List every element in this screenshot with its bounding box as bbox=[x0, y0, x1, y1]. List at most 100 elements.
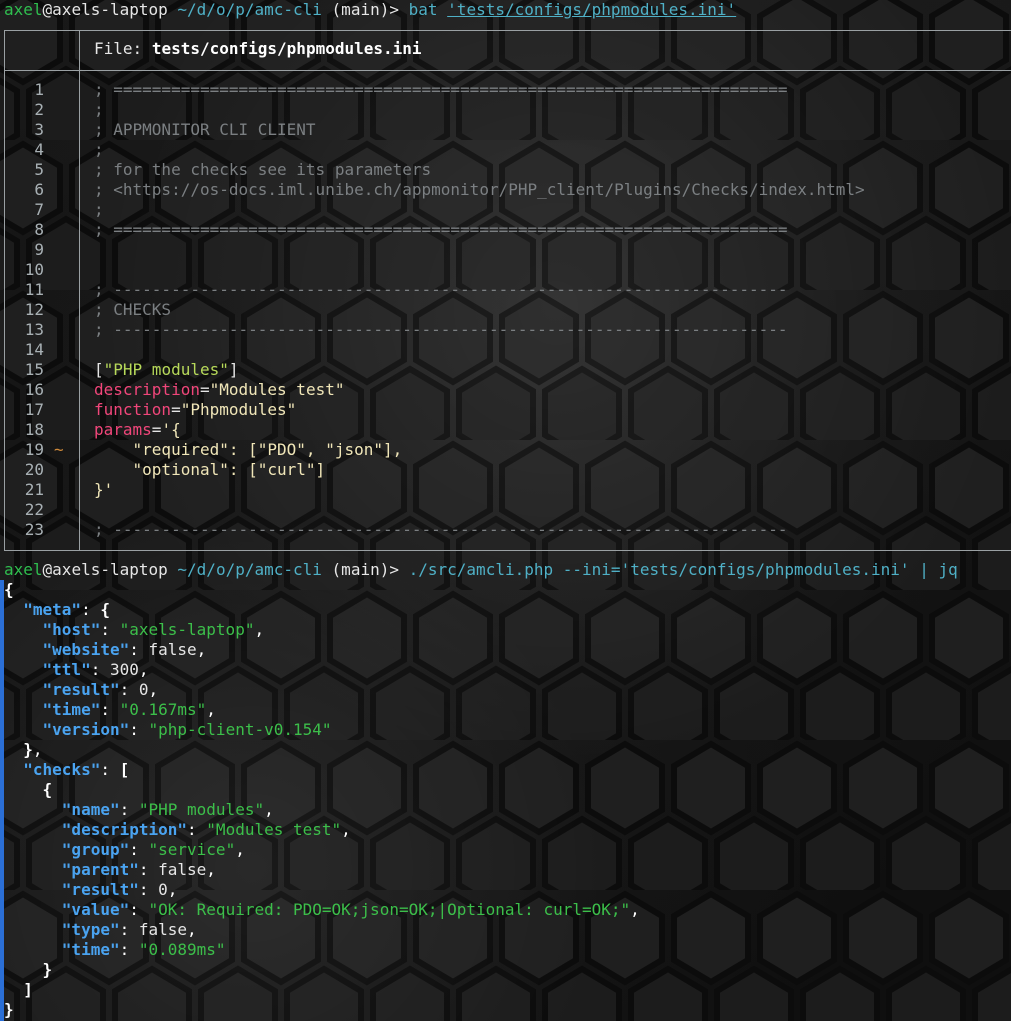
json-line: "checks": [ bbox=[23, 760, 130, 779]
ini-key: function bbox=[94, 400, 172, 419]
json-line: "group": "service", bbox=[61, 840, 245, 859]
json-line: "name": "PHP modules", bbox=[61, 800, 274, 819]
code-line: ; ======================================… bbox=[94, 80, 788, 99]
line-number: 23 bbox=[24, 520, 44, 539]
json-key: "type" bbox=[61, 920, 120, 939]
prompt-host: axels-laptop bbox=[52, 560, 168, 579]
json-line: }, bbox=[23, 740, 43, 759]
command-option: --ini='tests/configs/phpmodules.ini' bbox=[562, 560, 910, 579]
code-line-section: ["PHP modules"] bbox=[94, 360, 239, 380]
line-number: 5 bbox=[34, 160, 44, 179]
line-number: 17 bbox=[24, 400, 44, 419]
pipe-symbol: | bbox=[919, 560, 929, 579]
json-key: "result" bbox=[42, 680, 120, 699]
command-name: bat bbox=[408, 0, 438, 19]
command-argument: 'tests/configs/phpmodules.ini' bbox=[447, 0, 737, 19]
json-line: { bbox=[42, 780, 53, 799]
json-line: "meta": { bbox=[23, 600, 110, 619]
json-key: "checks" bbox=[23, 760, 101, 779]
bat-file-header: File: tests/configs/phpmodules.ini bbox=[94, 39, 422, 59]
line-number: 19 bbox=[24, 440, 44, 459]
prompt-user: axel bbox=[4, 0, 43, 19]
json-key: "ttl" bbox=[42, 660, 91, 679]
bat-gutter-divider bbox=[79, 30, 80, 550]
json-line: "value": "OK: Required: PDO=OK;json=OK;|… bbox=[61, 900, 640, 919]
line-number: 15 bbox=[24, 360, 44, 379]
code-line: ; --------------------------------------… bbox=[94, 520, 788, 539]
json-key: "name" bbox=[61, 800, 120, 819]
line-number: 7 bbox=[34, 200, 44, 219]
code-line: ; for the checks see its parameters bbox=[94, 160, 432, 179]
command-name: ./src/amcli.php bbox=[408, 560, 554, 579]
line-number: 10 bbox=[24, 260, 44, 279]
json-line: "time": "0.089ms" bbox=[61, 940, 226, 959]
json-key: "time" bbox=[42, 700, 101, 719]
code-line: ; --------------------------------------… bbox=[94, 320, 788, 339]
json-value: "php-client-v0.154" bbox=[148, 720, 332, 739]
code-line: ; ======================================… bbox=[94, 220, 788, 239]
json-value: "0.089ms" bbox=[138, 940, 226, 959]
code-line: ; bbox=[94, 200, 104, 219]
json-value: "PHP modules" bbox=[138, 800, 265, 819]
code-line: ; --------------------------------------… bbox=[94, 280, 788, 299]
prompt-cwd: ~/d/o/p/amc-cli bbox=[177, 0, 322, 19]
prompt-line-bat: axel@axels-laptop ~/d/o/p/amc-cli (main)… bbox=[4, 0, 736, 20]
json-key: "meta" bbox=[23, 600, 82, 619]
prompt-line-amcli: axel@axels-laptop ~/d/o/p/amc-cli (main)… bbox=[4, 560, 958, 580]
json-key: "description" bbox=[61, 820, 188, 839]
code-line: "optional": ["curl"] bbox=[94, 460, 326, 479]
json-line: "ttl": 300, bbox=[42, 660, 149, 679]
ini-key: params bbox=[94, 420, 152, 439]
prompt-cwd: ~/d/o/p/amc-cli bbox=[177, 560, 322, 579]
code-line: "required": ["PDO", "json"], bbox=[94, 440, 403, 459]
json-key: "group" bbox=[61, 840, 130, 859]
line-number: 22 bbox=[24, 500, 44, 519]
json-key: "value" bbox=[61, 900, 130, 919]
git-modified-marker: ~ bbox=[54, 440, 64, 459]
line-number: 16 bbox=[24, 380, 44, 399]
json-value: "Modules test" bbox=[206, 820, 342, 839]
json-value: 0 bbox=[138, 680, 149, 699]
ini-value: '{ bbox=[161, 420, 181, 439]
line-number: 11 bbox=[24, 280, 44, 299]
line-number: 2 bbox=[34, 100, 44, 119]
section-name: "PHP modules" bbox=[103, 360, 229, 379]
json-line: } bbox=[4, 1000, 14, 1019]
section-bracket-open: [ bbox=[94, 360, 104, 379]
line-number: 1 bbox=[34, 80, 44, 99]
code-line: ; bbox=[94, 140, 104, 159]
json-line: "time": "0.167ms", bbox=[42, 700, 216, 719]
prompt-host: axels-laptop bbox=[52, 0, 168, 19]
bat-frame-top bbox=[4, 30, 1011, 31]
pipe-command: jq bbox=[938, 560, 958, 579]
json-value: 300 bbox=[109, 660, 139, 679]
json-line: ] bbox=[23, 980, 33, 999]
prompt-symbol: > bbox=[389, 0, 399, 19]
json-line: "result": 0, bbox=[42, 680, 159, 699]
ini-value: "Modules test" bbox=[209, 380, 345, 399]
json-value: false bbox=[158, 860, 207, 879]
json-line: "website": false, bbox=[42, 640, 207, 659]
json-key: "version" bbox=[42, 720, 130, 739]
line-number: 3 bbox=[34, 120, 44, 139]
line-number: 20 bbox=[24, 460, 44, 479]
line-number: 4 bbox=[34, 140, 44, 159]
line-number: 8 bbox=[34, 220, 44, 239]
json-line: "type": false, bbox=[61, 920, 197, 939]
json-key: "result" bbox=[61, 880, 139, 899]
json-line: "result": 0, bbox=[61, 880, 178, 899]
prompt-at: @ bbox=[42, 0, 53, 19]
prompt-symbol: > bbox=[389, 560, 399, 579]
line-number: 9 bbox=[34, 240, 44, 259]
terminal-window[interactable]: axel@axels-laptop ~/d/o/p/amc-cli (main)… bbox=[0, 0, 1011, 1021]
json-value: "axels-laptop" bbox=[119, 620, 255, 639]
code-line: ; APPMONITOR CLI CLIENT bbox=[94, 120, 316, 139]
code-line-params: params='{ bbox=[94, 420, 181, 439]
code-line-description: description="Modules test" bbox=[94, 380, 345, 399]
json-key: "parent" bbox=[61, 860, 139, 879]
section-bracket-close: ] bbox=[228, 360, 239, 379]
bat-frame-bottom bbox=[4, 550, 1011, 551]
line-number: 13 bbox=[24, 320, 44, 339]
file-name: tests/configs/phpmodules.ini bbox=[151, 39, 422, 58]
code-line-function: function="Phpmodules" bbox=[94, 400, 297, 419]
